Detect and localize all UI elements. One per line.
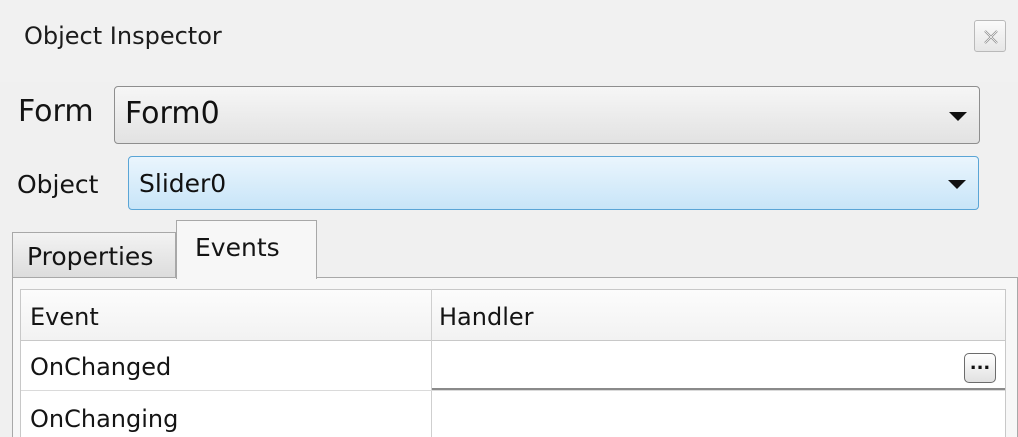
close-x-icon — [984, 30, 998, 44]
event-name-onchanged[interactable]: OnChanged — [30, 353, 171, 381]
handler-input-onchanged[interactable]: ... — [432, 343, 1005, 390]
column-header-handler[interactable]: Handler — [439, 303, 534, 331]
events-grid: Event Handler OnChanged ... OnChanging — [20, 289, 1006, 437]
tab-properties[interactable]: Properties — [12, 232, 176, 278]
chevron-down-icon — [949, 112, 967, 121]
tab-events[interactable]: Events — [176, 220, 317, 279]
object-dropdown-value: Slider0 — [139, 169, 227, 198]
form-dropdown[interactable]: Form0 — [114, 86, 980, 144]
title-bar: Object Inspector — [0, 0, 1018, 82]
event-name-onchanging[interactable]: OnChanging — [30, 405, 178, 433]
close-button[interactable] — [974, 20, 1006, 52]
form-dropdown-value: Form0 — [125, 96, 220, 131]
inspector-tabs: Properties Events — [12, 220, 1018, 279]
object-label: Object — [17, 170, 99, 199]
window-title: Object Inspector — [24, 22, 222, 50]
row-separator — [21, 390, 1005, 391]
column-header-event[interactable]: Event — [30, 303, 99, 331]
grid-header: Event Handler — [21, 289, 1005, 341]
form-label: Form — [18, 94, 94, 129]
object-dropdown[interactable]: Slider0 — [128, 156, 979, 210]
chevron-down-icon — [948, 180, 966, 189]
object-inspector-panel: Object Inspector Form Form0 Object Slide… — [0, 0, 1018, 437]
ellipsis-button[interactable]: ... — [964, 353, 996, 383]
